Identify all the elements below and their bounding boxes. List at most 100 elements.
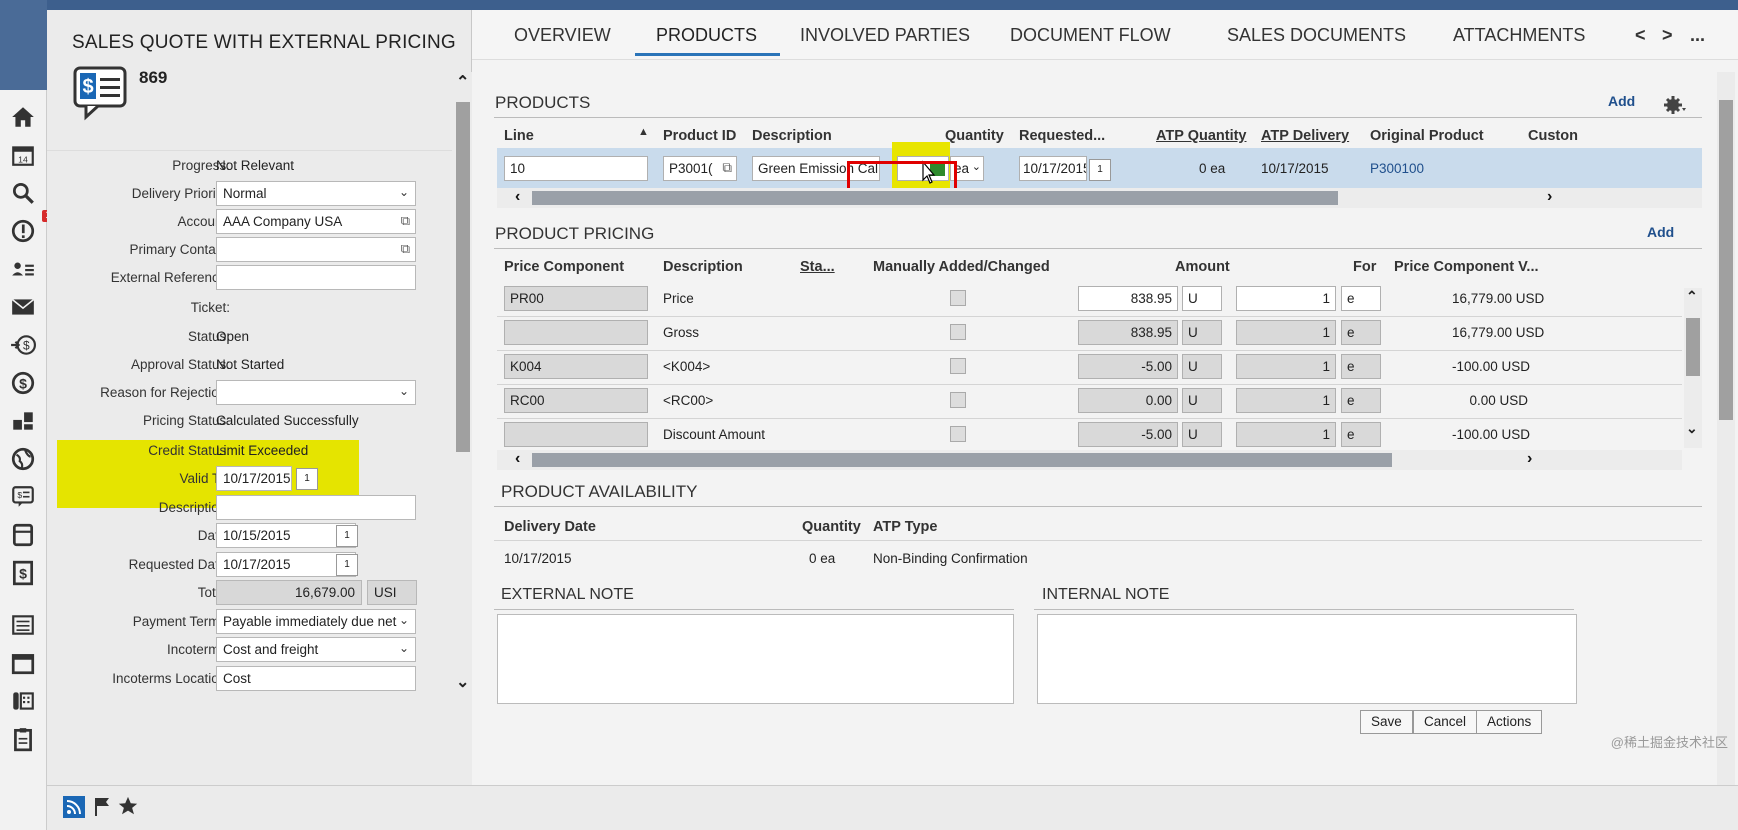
invoice-icon[interactable]: $ bbox=[8, 558, 38, 588]
quote-icon[interactable]: $ bbox=[8, 482, 38, 512]
tab-scroll-left[interactable]: < bbox=[1635, 25, 1646, 46]
scrollbar-thumb[interactable] bbox=[1719, 100, 1733, 420]
col-manually-added[interactable]: Manually Added/Changed bbox=[873, 259, 1050, 275]
manually-changed-checkbox[interactable] bbox=[950, 392, 966, 408]
price-component-input[interactable] bbox=[504, 422, 648, 447]
col-atp-delivery[interactable]: ATP Delivery bbox=[1261, 128, 1349, 144]
for-unit-select[interactable]: e bbox=[1341, 422, 1381, 447]
scrollbar-thumb[interactable] bbox=[532, 191, 1338, 205]
pricing-hscroll[interactable]: ‹ › bbox=[497, 450, 1682, 470]
col-price-component-value[interactable]: Price Component V... bbox=[1394, 259, 1539, 275]
description-input[interactable] bbox=[216, 495, 416, 520]
dollar-icon[interactable]: $ bbox=[8, 368, 38, 398]
col-avail-quantity[interactable]: Quantity bbox=[802, 519, 861, 535]
alert-icon[interactable]: 1 bbox=[8, 210, 54, 246]
col-requested[interactable]: Requested... bbox=[1019, 128, 1105, 144]
actions-button[interactable]: Actions bbox=[1476, 710, 1543, 734]
requested-date-input[interactable]: 10/17/2015 bbox=[1019, 156, 1087, 181]
line-input[interactable]: 10 bbox=[504, 156, 648, 181]
chevron-right-icon[interactable]: › bbox=[1527, 450, 1532, 468]
chevron-down-icon[interactable]: ⌄ bbox=[1686, 420, 1698, 437]
search-icon[interactable] bbox=[8, 178, 38, 208]
for-unit-select[interactable]: e bbox=[1341, 354, 1381, 379]
amount-unit-select[interactable]: U bbox=[1182, 388, 1222, 413]
manually-changed-checkbox[interactable] bbox=[950, 324, 966, 340]
contacts-icon[interactable] bbox=[8, 254, 38, 284]
price-component-input[interactable]: PR00 bbox=[504, 286, 648, 311]
col-original-product[interactable]: Original Product bbox=[1370, 128, 1484, 144]
calendar-icon[interactable]: 1 bbox=[1089, 159, 1111, 181]
col-product-id[interactable]: Product ID bbox=[663, 128, 736, 144]
more-icon[interactable]: ... bbox=[1690, 25, 1705, 46]
reason-rejection-select[interactable]: ⌄ bbox=[216, 380, 416, 405]
scrollbar-thumb[interactable] bbox=[456, 102, 470, 452]
original-product-link[interactable]: P300100 bbox=[1370, 161, 1424, 176]
date-input[interactable]: 10/15/2015 bbox=[216, 523, 356, 548]
amount-input[interactable]: 838.95 bbox=[1078, 320, 1178, 345]
price-component-input[interactable]: K004 bbox=[504, 354, 648, 379]
for-quantity-input[interactable]: 1 bbox=[1236, 354, 1336, 379]
mail-icon[interactable] bbox=[8, 292, 38, 322]
cancel-button[interactable]: Cancel bbox=[1413, 710, 1478, 734]
requested-date-input[interactable]: 10/17/2015 bbox=[216, 552, 356, 577]
price-component-input[interactable]: RC00 bbox=[504, 388, 648, 413]
open-link-icon[interactable]: ⧉ bbox=[722, 160, 732, 176]
amount-unit-select[interactable]: U bbox=[1182, 320, 1222, 345]
external-reference-input[interactable] bbox=[216, 265, 416, 290]
scrollbar-thumb[interactable] bbox=[532, 453, 1392, 467]
col-atp-type[interactable]: ATP Type bbox=[873, 519, 937, 535]
chevron-up-icon[interactable]: ⌃ bbox=[456, 72, 469, 92]
star-icon[interactable] bbox=[117, 795, 139, 817]
col-price-component[interactable]: Price Component bbox=[504, 259, 624, 275]
for-quantity-input[interactable]: 1 bbox=[1236, 286, 1336, 311]
tab-attachments[interactable]: ATTACHMENTS bbox=[1453, 25, 1585, 46]
tab-scroll-right[interactable]: > bbox=[1662, 25, 1673, 46]
chevron-down-icon[interactable]: ⌄ bbox=[456, 672, 469, 692]
col-quantity[interactable]: Quantity bbox=[945, 128, 1004, 144]
tab-products[interactable]: PRODUCTS bbox=[656, 25, 757, 46]
internal-note-textarea[interactable] bbox=[1037, 614, 1577, 704]
flag-icon[interactable] bbox=[93, 796, 111, 816]
calendar-icon[interactable]: 1 bbox=[296, 468, 318, 490]
add-product-link[interactable]: Add bbox=[1608, 93, 1635, 109]
chevron-right-icon[interactable]: › bbox=[1547, 188, 1552, 206]
rss-feed-icon[interactable] bbox=[63, 796, 85, 818]
gear-icon[interactable] bbox=[1662, 94, 1688, 116]
for-unit-select[interactable]: e bbox=[1341, 320, 1381, 345]
order-icon[interactable] bbox=[8, 520, 38, 550]
tab-document-flow[interactable]: DOCUMENT FLOW bbox=[1010, 25, 1171, 46]
chevron-left-icon[interactable]: ‹ bbox=[515, 450, 520, 468]
scrollbar-thumb[interactable] bbox=[1686, 318, 1700, 376]
sort-asc-icon[interactable]: ▲ bbox=[638, 126, 649, 138]
chevron-left-icon[interactable]: ‹ bbox=[515, 188, 520, 206]
col-pricing-description[interactable]: Description bbox=[663, 259, 743, 275]
chevron-up-icon[interactable]: ⌃ bbox=[1686, 288, 1698, 305]
col-description[interactable]: Description bbox=[752, 128, 832, 144]
incoterms-select[interactable]: Cost and freight ⌄ bbox=[216, 637, 416, 662]
products-icon[interactable] bbox=[8, 406, 38, 436]
valid-to-input[interactable]: 10/17/2015 bbox=[216, 466, 292, 491]
home-icon[interactable] bbox=[8, 102, 38, 132]
amount-input[interactable]: 838.95 bbox=[1078, 286, 1178, 311]
add-pricing-link[interactable]: Add bbox=[1647, 224, 1674, 240]
manually-changed-checkbox[interactable] bbox=[950, 358, 966, 374]
external-note-textarea[interactable] bbox=[497, 614, 1014, 704]
for-unit-select[interactable]: e bbox=[1341, 286, 1381, 311]
col-for[interactable]: For bbox=[1353, 259, 1376, 275]
for-quantity-input[interactable]: 1 bbox=[1236, 388, 1336, 413]
tab-overview[interactable]: OVERVIEW bbox=[514, 25, 611, 46]
open-link-icon[interactable]: ⧉ bbox=[401, 213, 410, 229]
col-customer[interactable]: Custon bbox=[1528, 128, 1578, 144]
clipboard-icon[interactable] bbox=[8, 724, 38, 754]
account-input[interactable]: AAA Company USA ⧉ bbox=[216, 209, 416, 234]
header-panel-scrollbar[interactable]: ⌃ ⌄ bbox=[452, 72, 472, 785]
col-delivery-date[interactable]: Delivery Date bbox=[504, 519, 596, 535]
for-quantity-input[interactable]: 1 bbox=[1236, 422, 1336, 447]
manually-changed-checkbox[interactable] bbox=[950, 426, 966, 442]
tab-sales-documents[interactable]: SALES DOCUMENTS bbox=[1227, 25, 1406, 46]
for-unit-select[interactable]: e bbox=[1341, 388, 1381, 413]
manually-changed-checkbox[interactable] bbox=[950, 290, 966, 306]
phone-icon[interactable] bbox=[8, 686, 38, 716]
calendar-icon[interactable]: 1 bbox=[336, 525, 358, 547]
calendar-icon[interactable]: 14 bbox=[8, 140, 38, 170]
